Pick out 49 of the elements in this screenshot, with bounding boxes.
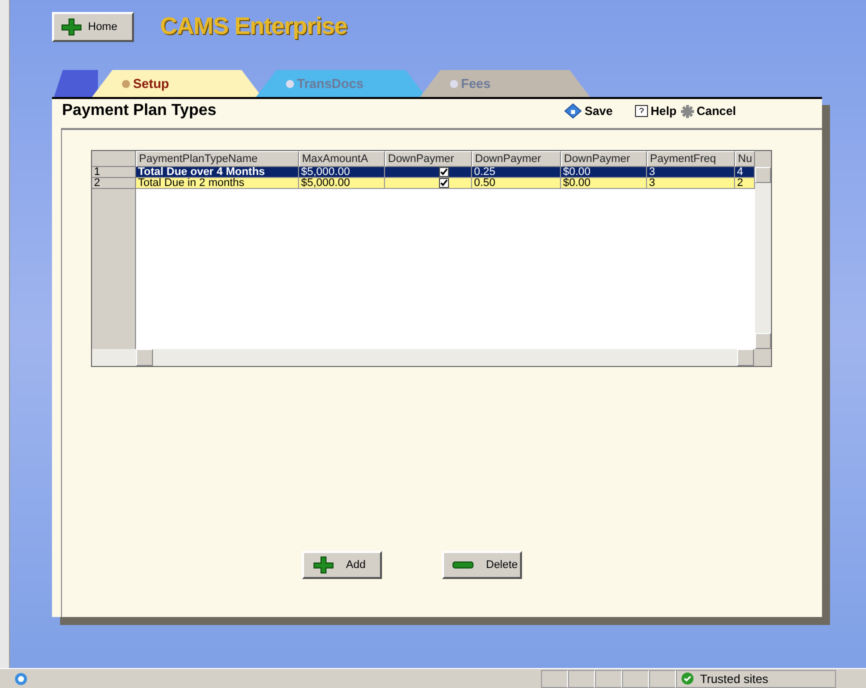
home-button[interactable]: Home xyxy=(52,12,134,42)
column-header[interactable]: Nu xyxy=(735,151,755,167)
plus-icon xyxy=(60,18,82,36)
browser-icon xyxy=(14,672,28,686)
table-cell-text: $0.00 xyxy=(562,167,592,177)
tab-edge xyxy=(54,70,98,97)
save-button[interactable]: Save xyxy=(564,102,613,120)
table-cell-text: 3 xyxy=(648,178,656,188)
table-row[interactable]: 1 Total Due over 4 Months $5,000.00 0.25 $0.00 3 4 xyxy=(92,167,755,178)
table-cell-text: 0.25 xyxy=(473,167,496,177)
check-icon xyxy=(681,672,694,685)
status-pane xyxy=(568,670,595,688)
column-header[interactable]: PaymentPlanTypeName xyxy=(136,151,299,167)
table-cell-text: $5,000.00 xyxy=(300,178,351,188)
table-cell-text: 4 xyxy=(736,167,744,177)
status-pane xyxy=(541,670,568,688)
table-row[interactable]: 2 Total Due in 2 months $5,000.00 0.50 $0.00 3 2 xyxy=(92,178,755,189)
cancel-button[interactable]: Cancel xyxy=(680,102,736,120)
table-cell-text: $5,000.00 xyxy=(300,167,351,177)
delete-button[interactable]: Delete xyxy=(442,551,522,579)
horizontal-scrollbar[interactable] xyxy=(92,349,754,366)
gear-icon xyxy=(680,104,694,118)
checkbox[interactable] xyxy=(439,178,449,188)
column-header[interactable]: DownPaymer xyxy=(472,151,561,167)
row-number: 1 xyxy=(92,167,136,178)
table-cell-text: 3 xyxy=(648,167,656,177)
table-cell-text: $0.00 xyxy=(562,178,592,188)
table-cell-text: 2 xyxy=(736,178,744,188)
column-header[interactable]: PaymentFreq xyxy=(647,151,735,167)
vertical-scrollbar[interactable] xyxy=(755,167,771,349)
app-title: CAMS Enterprise xyxy=(160,12,348,42)
minus-icon xyxy=(452,561,474,569)
help-icon xyxy=(634,104,648,118)
add-button[interactable]: Add xyxy=(302,551,382,579)
page-title: Payment Plan Types xyxy=(62,101,216,121)
scrollbar-corner xyxy=(754,349,771,366)
status-pane xyxy=(622,670,649,688)
table-cell-text: Total Due over 4 Months xyxy=(137,167,266,177)
row-number: 2 xyxy=(92,178,136,189)
column-header[interactable]: MaxAmountA xyxy=(299,151,385,167)
status-pane xyxy=(595,670,622,688)
plus-icon xyxy=(312,556,334,574)
zone-label: Trusted sites xyxy=(700,670,768,688)
column-header[interactable]: DownPaymer xyxy=(385,151,472,167)
column-header[interactable]: DownPaymer xyxy=(561,151,647,167)
table-cell-text: Total Due in 2 months xyxy=(137,178,246,188)
help-button[interactable]: Help xyxy=(634,102,677,120)
checkbox[interactable] xyxy=(439,167,449,177)
table-cell-text: 0.50 xyxy=(473,178,496,188)
